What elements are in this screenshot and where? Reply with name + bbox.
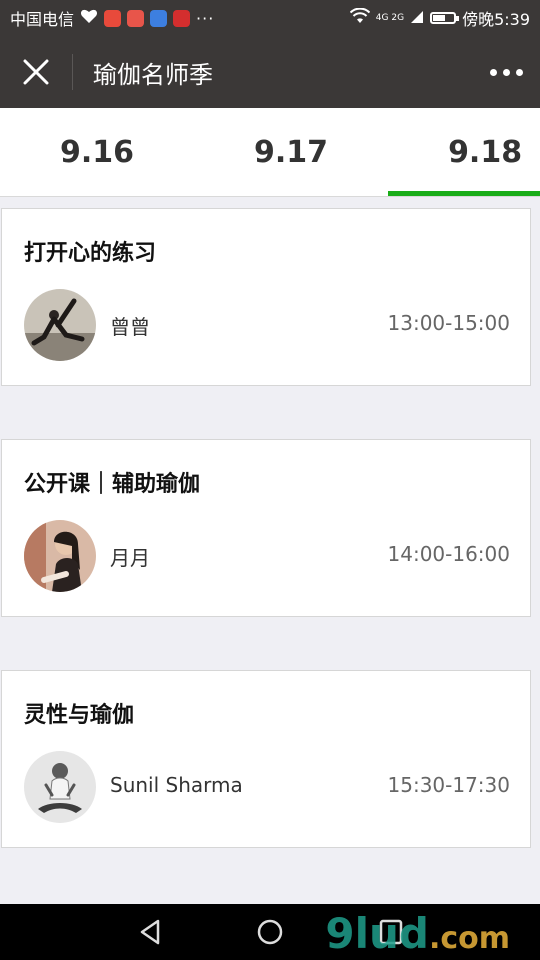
home-circle-icon	[257, 919, 283, 945]
status-bar-left: 中国电信 ···	[10, 6, 214, 30]
home-button[interactable]	[256, 918, 284, 950]
teacher-name: 曾曾	[110, 315, 150, 339]
tab-label: 9.17	[254, 134, 329, 170]
watermark-main: 9lud	[325, 909, 429, 958]
watermark-suffix: .com	[428, 921, 510, 956]
teacher-name: 月月	[110, 546, 150, 570]
carrier-label: 中国电信	[10, 10, 75, 29]
network-indicator: 4G 2G	[375, 12, 405, 23]
tab-9-18[interactable]: 9.18	[388, 108, 540, 196]
site-watermark: 9lud.com	[325, 909, 510, 958]
more-dot-icon	[502, 68, 510, 76]
news-app-icon	[173, 9, 191, 27]
session-title: 公开课｜辅助瑜伽	[24, 472, 201, 497]
session-title: 灵性与瑜伽	[24, 703, 135, 728]
page-title: 瑜伽名师季	[93, 60, 213, 89]
tab-label: 9.16	[60, 134, 135, 170]
system-nav-bar: 9lud.com	[0, 904, 540, 960]
session-time: 14:00-16:00	[387, 542, 511, 566]
teacher-avatar	[24, 751, 96, 823]
session-card[interactable]: 灵性与瑜伽 Sunil Sharma 15:30-17:30	[1, 670, 531, 848]
more-dot-icon	[515, 68, 523, 76]
back-button[interactable]	[138, 918, 162, 950]
session-time: 15:30-17:30	[387, 773, 511, 797]
tab-label: 9.18	[448, 134, 523, 170]
teacher-name: Sunil Sharma	[110, 773, 243, 797]
status-bar: 中国电信 ··· 4G 2G 傍晚5:39	[0, 0, 540, 36]
header-bar: 瑜伽名师季	[0, 36, 540, 108]
clock: 傍晚5:39	[462, 10, 530, 29]
baidu-app-icon	[150, 9, 168, 27]
wifi-icon	[349, 7, 371, 28]
heart-icon	[80, 8, 98, 28]
session-card[interactable]: 打开心的练习 曾曾 13:00-15:00	[1, 208, 531, 386]
close-button[interactable]	[0, 36, 72, 108]
weibo-app-icon	[104, 9, 122, 27]
header-divider	[72, 54, 73, 90]
more-notifications: ···	[196, 8, 215, 28]
signal-icon	[410, 9, 424, 28]
tab-9-16[interactable]: 9.16	[0, 108, 194, 196]
session-time: 13:00-15:00	[387, 311, 511, 335]
tab-9-17[interactable]: 9.17	[194, 108, 388, 196]
back-triangle-icon	[140, 919, 160, 945]
teacher-avatar	[24, 289, 96, 361]
map-app-icon	[127, 9, 145, 27]
teacher-avatar	[24, 520, 96, 592]
status-bar-right: 4G 2G 傍晚5:39	[349, 6, 530, 30]
session-title: 打开心的练习	[24, 241, 157, 266]
session-card[interactable]: 公开课｜辅助瑜伽 月月 14:00-16:00	[1, 439, 531, 617]
close-icon	[23, 59, 49, 85]
more-dot-icon	[489, 68, 497, 76]
date-tabs: 9.16 9.17 9.18	[0, 108, 540, 197]
more-menu-button[interactable]	[486, 54, 526, 90]
battery-icon	[430, 12, 460, 24]
